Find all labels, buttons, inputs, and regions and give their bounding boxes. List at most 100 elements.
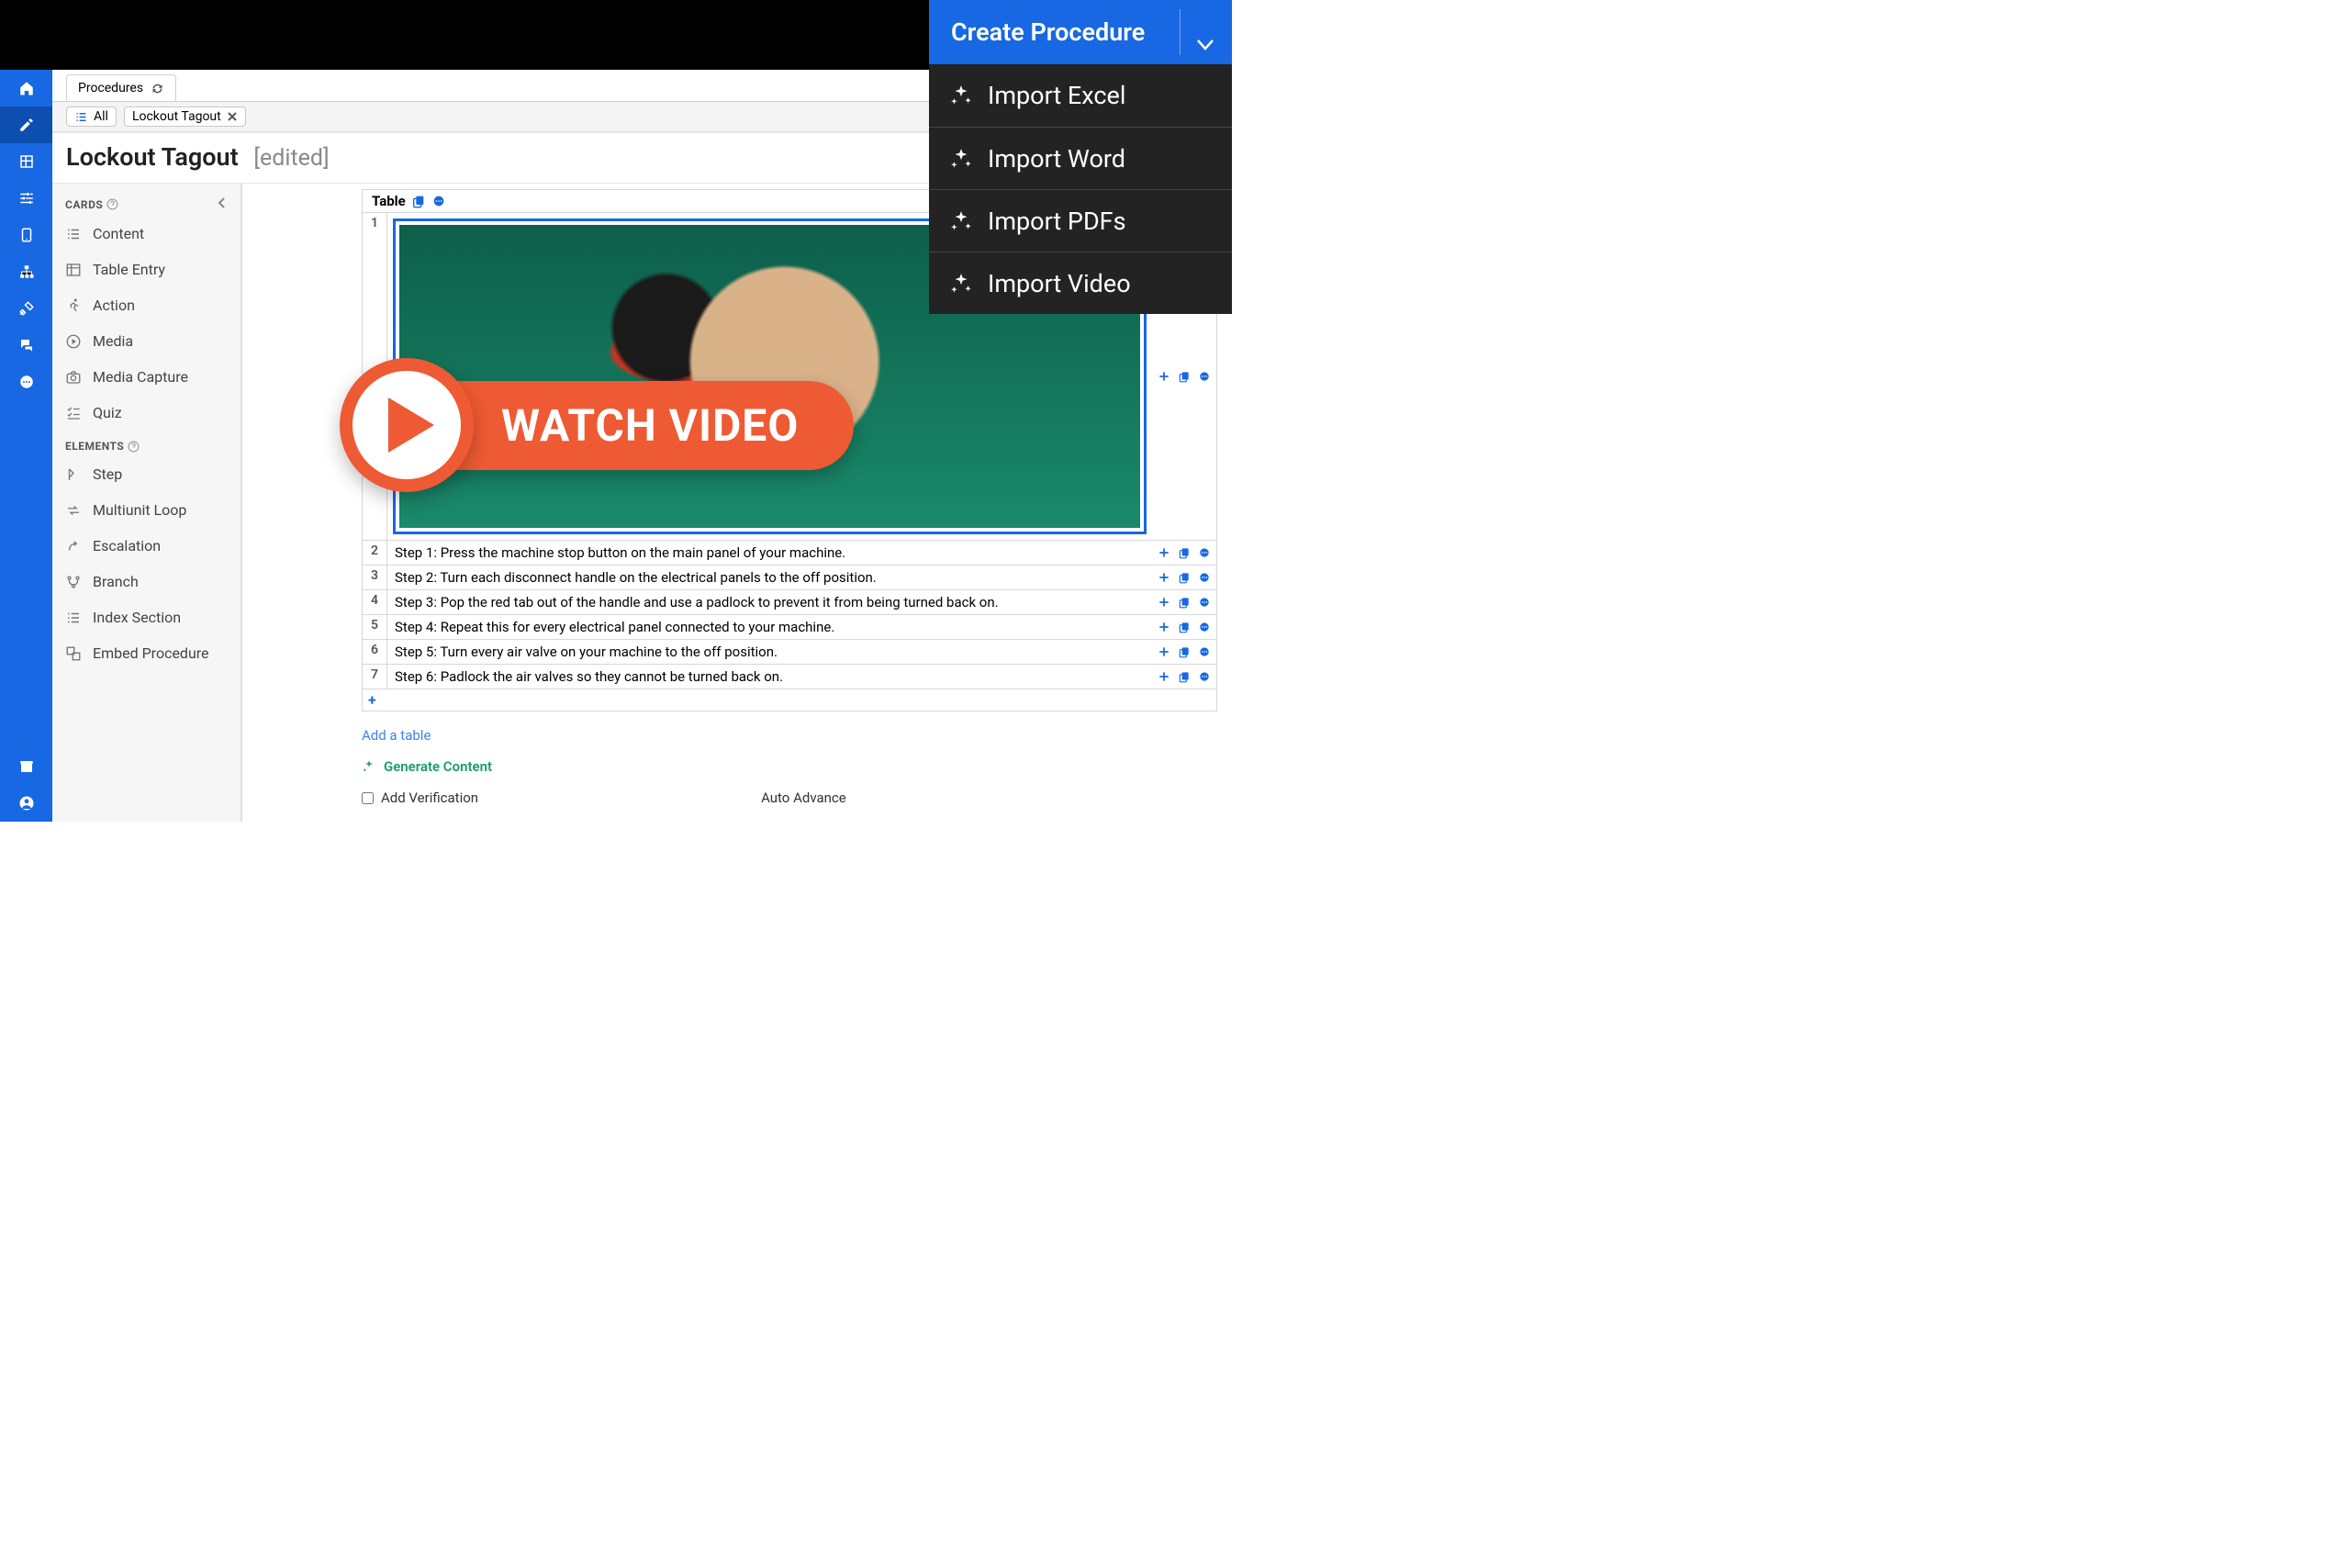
plus-icon[interactable] [1158, 370, 1170, 383]
tablet-icon [18, 227, 35, 243]
procedures-tab[interactable]: Procedures [66, 74, 176, 101]
sparkle-icon [949, 84, 973, 107]
cards-section-header: CARDS [52, 193, 241, 216]
create-procedure-button[interactable]: Create Procedure [929, 0, 1232, 64]
copy-icon[interactable] [1178, 571, 1191, 584]
plus-icon[interactable] [1158, 670, 1170, 683]
list-icon [65, 610, 82, 626]
el-escalation[interactable]: Escalation [52, 528, 241, 564]
refresh-icon[interactable] [151, 82, 164, 95]
table-row[interactable]: 2 Step 1: Press the machine stop button … [363, 540, 1216, 565]
chevron-down-icon[interactable] [1197, 28, 1214, 57]
more-icon[interactable] [1198, 670, 1211, 683]
archive-icon [18, 758, 35, 775]
menu-divider [1180, 9, 1181, 55]
generate-content-button[interactable]: Generate Content [362, 751, 1217, 790]
play-icon [65, 333, 82, 350]
table-row[interactable]: 3 Step 2: Turn each disconnect handle on… [363, 565, 1216, 589]
plus-icon[interactable] [1158, 571, 1170, 584]
import-word-item[interactable]: Import Word [929, 127, 1232, 189]
el-multiunit[interactable]: Multiunit Loop [52, 492, 241, 528]
menu-item-label: Import PDFs [988, 207, 1126, 236]
el-index[interactable]: Index Section [52, 599, 241, 635]
elements-section-header: ELEMENTS [52, 436, 241, 456]
rail-chat[interactable] [0, 327, 52, 364]
pill-all[interactable]: All [66, 106, 117, 127]
card-quiz[interactable]: Quiz [52, 395, 241, 431]
close-icon[interactable] [227, 111, 238, 122]
create-procedure-label: Create Procedure [951, 17, 1145, 47]
rail-more[interactable] [0, 364, 52, 400]
side-label: Table Entry [93, 261, 165, 278]
step-icon [65, 466, 82, 483]
pill-current[interactable]: Lockout Tagout [124, 106, 246, 127]
more-icon[interactable] [1198, 645, 1211, 658]
table-row[interactable]: 7 Step 6: Padlock the air valves so they… [363, 664, 1216, 689]
row-text[interactable]: Step 1: Press the machine stop button on… [387, 541, 1152, 565]
play-circle[interactable] [340, 358, 474, 492]
table-row[interactable]: 4 Step 3: Pop the red tab out of the han… [363, 589, 1216, 614]
more-icon[interactable] [1198, 621, 1211, 633]
rail-sliders[interactable] [0, 180, 52, 217]
rail-tools[interactable] [0, 290, 52, 327]
card-content[interactable]: Content [52, 216, 241, 252]
el-embed[interactable]: Embed Procedure [52, 635, 241, 671]
rail-archive[interactable] [0, 748, 52, 785]
import-pdfs-item[interactable]: Import PDFs [929, 189, 1232, 252]
escalation-icon [65, 538, 82, 554]
import-video-item[interactable]: Import Video [929, 252, 1232, 314]
card-table-entry[interactable]: Table Entry [52, 252, 241, 287]
collapse-sidebar-button[interactable] [217, 196, 228, 212]
el-branch[interactable]: Branch [52, 564, 241, 599]
watch-video-overlay[interactable]: WATCH VIDEO [340, 358, 854, 492]
sidebar-panel: CARDS Content Table Entry Action Media M… [52, 184, 242, 822]
row-text[interactable]: Step 5: Turn every air valve on your mac… [387, 640, 1152, 664]
copy-icon[interactable] [411, 194, 426, 208]
row-text[interactable]: Step 3: Pop the red tab out of the handl… [387, 590, 1152, 614]
rail-edit[interactable] [0, 106, 52, 143]
add-table-link-row: Add a table [362, 711, 1217, 751]
row-text[interactable]: Step 6: Padlock the air valves so they c… [387, 665, 1152, 689]
add-row-button[interactable]: + [363, 689, 1216, 711]
copy-icon[interactable] [1178, 370, 1191, 383]
plus-icon[interactable] [1158, 621, 1170, 633]
rail-home[interactable] [0, 70, 52, 106]
loop-icon [65, 502, 82, 519]
row-text[interactable]: Step 2: Turn each disconnect handle on t… [387, 566, 1152, 589]
table-row[interactable]: 6 Step 5: Turn every air valve on your m… [363, 639, 1216, 664]
table-row[interactable]: 5 Step 4: Repeat this for every electric… [363, 614, 1216, 639]
more-icon[interactable] [431, 194, 446, 208]
help-icon[interactable] [128, 441, 140, 453]
more-icon[interactable] [1198, 370, 1211, 383]
card-media-capture[interactable]: Media Capture [52, 359, 241, 395]
card-action[interactable]: Action [52, 287, 241, 323]
running-icon [65, 297, 82, 314]
more-icon[interactable] [1198, 596, 1211, 609]
add-table-link[interactable]: Add a table [362, 727, 431, 744]
help-icon[interactable] [106, 198, 118, 210]
el-step[interactable]: Step [52, 456, 241, 492]
list-icon [65, 226, 82, 242]
side-label: Media Capture [93, 368, 188, 386]
rail-org[interactable] [0, 253, 52, 290]
card-media[interactable]: Media [52, 323, 241, 359]
plus-icon[interactable] [1158, 546, 1170, 559]
add-verification-checkbox[interactable] [362, 792, 374, 804]
rail-device[interactable] [0, 217, 52, 253]
plus-icon[interactable] [1158, 596, 1170, 609]
more-icon[interactable] [1198, 571, 1211, 584]
rail-grid[interactable] [0, 143, 52, 180]
copy-icon[interactable] [1178, 621, 1191, 633]
row-text[interactable]: Step 4: Repeat this for every electrical… [387, 615, 1152, 639]
plus-icon[interactable] [1158, 645, 1170, 658]
copy-icon[interactable] [1178, 670, 1191, 683]
rail-account[interactable] [0, 785, 52, 822]
copy-icon[interactable] [1178, 546, 1191, 559]
copy-icon[interactable] [1178, 596, 1191, 609]
row-number: 7 [363, 665, 387, 689]
copy-icon[interactable] [1178, 645, 1191, 658]
pill-label: Lockout Tagout [132, 109, 221, 124]
more-icon[interactable] [1198, 546, 1211, 559]
import-excel-item[interactable]: Import Excel [929, 64, 1232, 127]
side-label: Index Section [93, 609, 181, 626]
